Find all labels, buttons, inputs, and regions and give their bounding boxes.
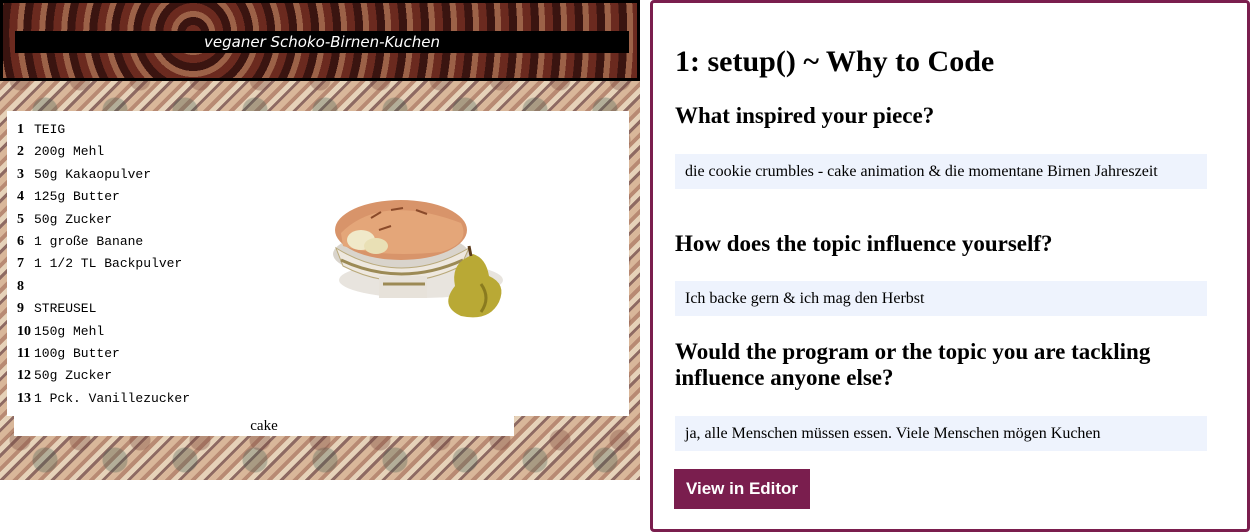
recipe-line: 8	[17, 275, 34, 297]
recipe-line-text: 100g Butter	[34, 346, 120, 361]
recipe-line-text: 50g Kakaopulver	[34, 166, 152, 182]
recipe-line: 10 150g Mehl	[17, 320, 104, 342]
info-panel: 1: setup() ~ Why to Code What inspired y…	[650, 0, 1250, 532]
sketch-banner: veganer Schoko-Birnen-Kuchen	[0, 0, 640, 81]
answer-2: Ich backe gern & ich mag den Herbst	[675, 281, 1207, 316]
recipe-line-number: 2	[17, 144, 24, 160]
recipe-line-text: 1 1/2 TL Backpulver	[34, 256, 183, 272]
pear-pie-image	[333, 200, 503, 318]
recipe-line: 3 50g Kakaopulver	[17, 163, 151, 185]
recipe-line-text: 150g Mehl	[34, 323, 105, 339]
sketch-canvas: veganer Schoko-Birnen-Kuchen 1 TEIG 2 200g …	[0, 0, 640, 480]
recipe-line: 9 STREUSEL	[17, 297, 96, 319]
recipe-line-number: 6	[17, 234, 24, 249]
recipe-line-number: 12	[17, 368, 31, 384]
recipe-line-text: 50g Zucker	[34, 211, 113, 227]
recipe-line-text: TEIG	[34, 122, 66, 137]
recipe-line-number: 9	[17, 301, 24, 317]
recipe-line: 12 50g Zucker	[17, 364, 112, 386]
recipe-line-number: 7	[17, 256, 24, 272]
recipe-line-number: 10	[17, 323, 31, 339]
recipe-line: 4 125g Butter	[17, 185, 120, 207]
answer-3: ja, alle Menschen müssen essen. Viele Me…	[675, 416, 1207, 451]
recipe-line-text: 50g Zucker	[34, 368, 113, 384]
recipe-line-text: 1 große Banane	[34, 234, 144, 249]
recipe-line-number: 5	[17, 211, 24, 227]
recipe-line-number: 13	[17, 390, 31, 406]
recipe-line-number: 8	[17, 278, 24, 294]
answer-1: die cookie crumbles - cake animation & d…	[675, 154, 1207, 189]
panel-title: 1: setup() ~ Why to Code	[675, 45, 995, 78]
recipe-line-text: STREUSEL	[34, 301, 97, 317]
question-3: Would the program or the topic you are t…	[675, 339, 1151, 390]
view-in-editor-button[interactable]: View in Editor	[674, 469, 810, 509]
recipe-line-number: 4	[17, 189, 24, 205]
recipe-line-text: 200g Mehl	[34, 144, 105, 160]
recipe-line: 2 200g Mehl	[17, 140, 104, 162]
recipe-line-number: 1	[17, 122, 24, 137]
recipe-line-text: 1 Pck. Vanillezucker	[34, 390, 191, 406]
recipe-line: 7 1 1/2 TL Backpulver	[17, 252, 182, 274]
recipe-line-number: 3	[17, 166, 24, 182]
sketch-caption: cake	[14, 416, 514, 436]
question-1: What inspired your piece?	[675, 103, 935, 128]
recipe-line-text: 125g Butter	[34, 189, 120, 205]
recipe-line-number: 11	[17, 346, 31, 361]
recipe-line: 11 100g Butter	[17, 342, 120, 364]
sketch-banner-title: veganer Schoko-Birnen-Kuchen	[15, 31, 629, 53]
recipe-line: 13 1 Pck. Vanillezucker	[17, 387, 190, 409]
question-2: How does the topic influence yourself?	[675, 231, 1053, 256]
recipe-card: 1 TEIG 2 200g Mehl 3 50g Kakaopulver 4 125g But…	[7, 111, 629, 416]
recipe-line: 6 1 große Banane	[17, 230, 143, 252]
recipe-line: 5 50g Zucker	[17, 208, 112, 230]
recipe-line: 1 TEIG	[17, 118, 65, 140]
